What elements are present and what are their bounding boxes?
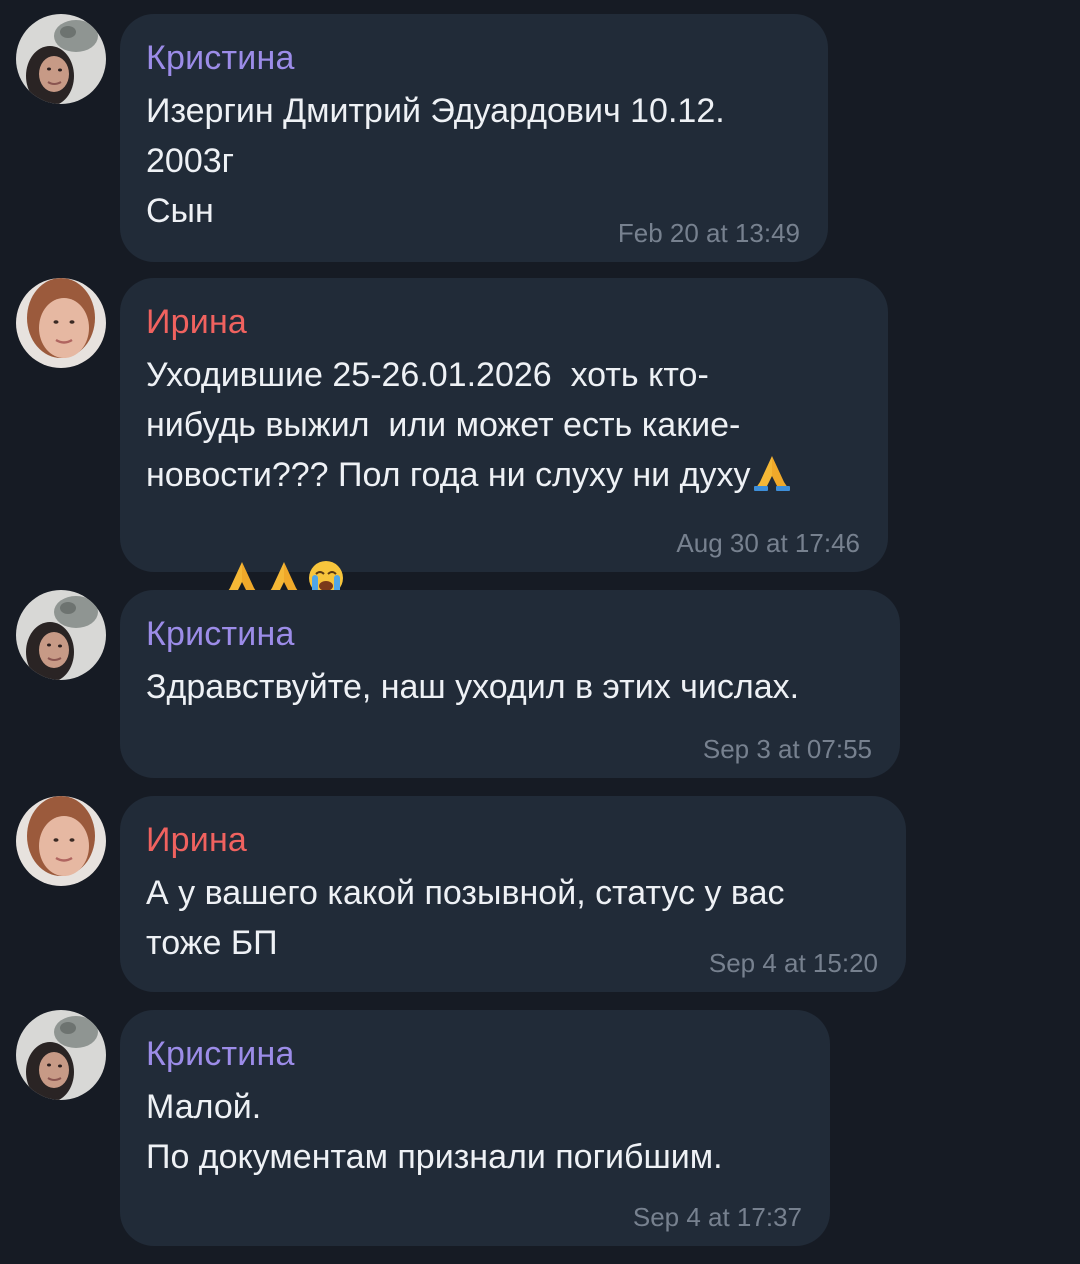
message-bubble[interactable]: Ирина А у вашего какой позывной, статус … <box>120 796 906 992</box>
avatar-kristina[interactable] <box>16 14 106 104</box>
folded-hands-icon <box>752 452 792 506</box>
sender-name[interactable]: Ирина <box>146 300 862 344</box>
message-item[interactable]: Кристина Малой. По документам признали п… <box>0 1010 1080 1248</box>
message-bubble[interactable]: Ирина Уходившие 25-26.01.2026 хоть кто-н… <box>120 278 888 597</box>
sender-name[interactable]: Кристина <box>146 36 802 80</box>
sender-name[interactable]: Кристина <box>146 1032 804 1076</box>
message-text-line: Уходившие 25-26.01.2026 хоть кто- <box>146 356 709 394</box>
message-text: Изергин Дмитрий Эдуардович 10.12. 2003г … <box>146 92 725 230</box>
message-item[interactable]: Ирина А у вашего какой позывной, статус … <box>0 796 1080 992</box>
message-text: Уходившие 25-26.01.2026 хоть кто-нибудь … <box>146 350 862 506</box>
sender-name[interactable]: Ирина <box>146 818 880 862</box>
message-bubble[interactable]: Кристина Здравствуйте, наш уходил в этих… <box>120 590 900 778</box>
message-text-line: новости??? Пол года ни слуху ни духу <box>146 456 751 494</box>
avatar-irina[interactable] <box>16 278 106 368</box>
message-timestamp: Aug 30 at 17:46 <box>676 528 860 558</box>
message-text: Здравствуйте, наш уходил в этих числах. <box>146 668 800 706</box>
message-text: Малой. По документам признали погибшим. <box>146 1088 723 1176</box>
message-bubble[interactable]: Кристина Малой. По документам признали п… <box>120 1010 830 1246</box>
message-text-line: нибудь выжил или может есть какие- <box>146 406 741 444</box>
chat-message-list[interactable]: Кристина Изергин Дмитрий Эдуардович 10.1… <box>0 0 1080 1264</box>
avatar-kristina[interactable] <box>16 590 106 680</box>
sender-name[interactable]: Кристина <box>146 612 874 656</box>
message-timestamp: Sep 3 at 07:55 <box>702 734 872 764</box>
message-item[interactable]: Ирина Уходившие 25-26.01.2026 хоть кто-н… <box>0 278 1080 597</box>
message-item[interactable]: Кристина Изергин Дмитрий Эдуардович 10.1… <box>0 14 1080 264</box>
message-timestamp: Feb 20 at 13:49 <box>617 218 800 248</box>
message-timestamp: Sep 4 at 17:37 <box>632 1202 802 1232</box>
avatar-irina[interactable] <box>16 796 106 886</box>
message-item[interactable]: Кристина Здравствуйте, наш уходил в этих… <box>0 590 1080 780</box>
message-bubble[interactable]: Кристина Изергин Дмитрий Эдуардович 10.1… <box>120 14 828 262</box>
avatar-kristina[interactable] <box>16 1010 106 1100</box>
message-timestamp: Sep 4 at 15:20 <box>708 948 878 978</box>
